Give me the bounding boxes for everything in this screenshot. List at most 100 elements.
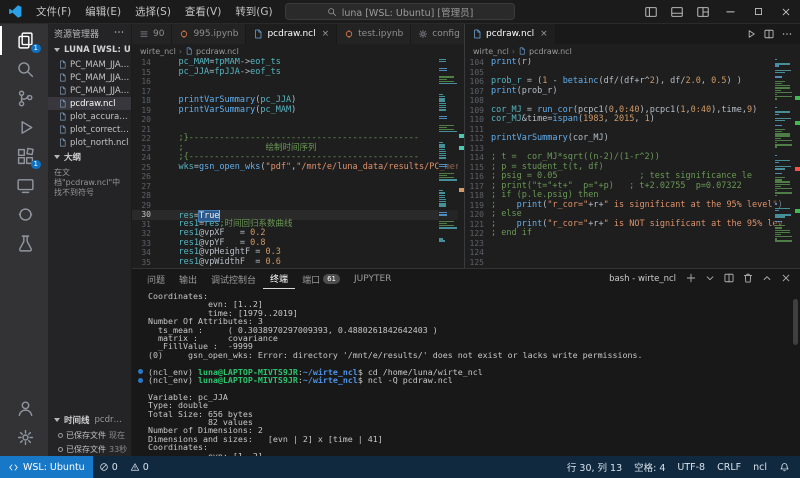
menu-item[interactable]: 文件(F)	[29, 4, 78, 19]
toggle-panel-button[interactable]	[664, 0, 690, 23]
explorer-file[interactable]: PC_MAM_JJA_scatter_..	[48, 58, 131, 71]
panel-tab-4[interactable]: 端口61	[295, 269, 347, 289]
code-line[interactable]: 104print(r)	[465, 58, 800, 68]
explorer-file[interactable]: PC_MAM_JJA_scatter_..	[48, 71, 131, 84]
menu-item[interactable]: 选择(S)	[128, 4, 178, 19]
explorer-file[interactable]: PC_MAM_JJA_scatter_..	[48, 84, 131, 97]
terminal-dropdown-button[interactable]	[704, 272, 716, 287]
timeline-entry[interactable]: 已保存文件现在	[48, 428, 131, 442]
activity-search[interactable]	[0, 55, 48, 84]
editor-tab-0[interactable]: pcdraw.ncl×	[465, 24, 556, 44]
close-icon[interactable]: ×	[322, 29, 330, 39]
minimap[interactable]	[774, 58, 794, 268]
panel-tab-2[interactable]: 调试控制台	[204, 269, 263, 289]
activity-source-control[interactable]	[0, 84, 48, 113]
code-line[interactable]: 122; end if	[465, 229, 800, 239]
minimap[interactable]	[438, 58, 458, 268]
timeline-entry[interactable]: 已保存文件33秒	[48, 442, 131, 456]
notifications-bell[interactable]	[773, 462, 796, 473]
editor-tab-1[interactable]: 995.ipynb	[172, 24, 246, 44]
more-actions-icon[interactable]	[113, 26, 125, 41]
explorer-file[interactable]: plot_north.ncl	[48, 136, 131, 149]
editor-tab-0[interactable]: 90	[132, 24, 172, 44]
editor-tab-3[interactable]: test.ipynb	[337, 24, 411, 44]
status-errors[interactable]: 0	[93, 462, 124, 473]
status-item[interactable]: UTF-8	[671, 462, 711, 473]
remote-indicator[interactable]: WSL: Ubuntu	[0, 456, 93, 478]
activity-extensions[interactable]: 1	[0, 142, 48, 171]
menu-item[interactable]: 查看(V)	[178, 4, 228, 19]
breadcrumb-item[interactable]: wirte_ncl	[473, 47, 509, 56]
code-line[interactable]: 35 res1@vpWidthF = 0.6	[132, 258, 464, 268]
command-decoration[interactable]	[138, 369, 143, 374]
explorer-file[interactable]: pcdraw.ncl	[48, 97, 131, 110]
activity-run-debug[interactable]	[0, 113, 48, 142]
code-line[interactable]: 110cor_MJ&time=ispan(1983, 2015, 1)	[465, 115, 800, 125]
terminal[interactable]: Coordinates: evn: [1..2] time: [1979..20…	[132, 289, 800, 456]
close-icon[interactable]: ×	[540, 29, 548, 39]
status-item[interactable]: ncl	[747, 462, 773, 473]
code-line[interactable]: 112printVarSummary(cor_MJ)	[465, 134, 800, 144]
split-terminal-button[interactable]	[723, 272, 735, 287]
breadcrumb-item[interactable]: pcdraw.ncl	[529, 47, 572, 56]
activity-jupyter[interactable]	[0, 200, 48, 229]
code-line[interactable]: 123	[465, 239, 800, 249]
maximize-button[interactable]	[744, 0, 772, 23]
maximize-panel-button[interactable]	[761, 272, 773, 287]
menu-item[interactable]: 编辑(E)	[78, 4, 128, 19]
close-button[interactable]	[772, 0, 800, 23]
editor-tab-4[interactable]: config	[411, 24, 464, 44]
command-decoration[interactable]	[138, 378, 143, 383]
editor-actions[interactable]	[738, 24, 800, 44]
breadcrumb-item[interactable]: pcdraw.ncl	[196, 47, 239, 56]
menu-item[interactable]: 转到(G)	[228, 4, 279, 19]
activity-test-flask[interactable]	[0, 229, 48, 258]
activity-account[interactable]	[0, 394, 48, 423]
activity-remote-explorer[interactable]	[0, 171, 48, 200]
code-line[interactable]: 28	[132, 191, 464, 201]
activity-settings-gear[interactable]	[0, 423, 48, 452]
code-line[interactable]: 16	[132, 77, 464, 87]
explorer-file[interactable]: plot_accurate_Beijing_..	[48, 110, 131, 123]
breadcrumb[interactable]: wirte_ncl›pcdraw.ncl	[132, 44, 464, 58]
explorer-file[interactable]: plot_correct_Chinama..	[48, 123, 131, 136]
minimize-button[interactable]	[716, 0, 744, 23]
breadcrumb-item[interactable]: wirte_ncl	[140, 47, 176, 56]
status-item[interactable]: 行 30, 列 13	[561, 460, 628, 474]
status-item[interactable]: CRLF	[711, 462, 747, 473]
code-line[interactable]: 26	[132, 172, 464, 182]
code-line[interactable]: 20	[132, 115, 464, 125]
code-line[interactable]: 25 wks=gsn_open_wks("pdf","/mnt/e/luna_d…	[132, 163, 464, 173]
panel-tab-1[interactable]: 输出	[172, 269, 204, 289]
code-editor[interactable]: 104print(r)105106prob_r = (1 - betainc(d…	[465, 58, 800, 268]
code-line[interactable]: 27	[132, 182, 464, 192]
code-line[interactable]: 19 printVarSummary(pc_MAM)	[132, 106, 464, 116]
workspace-section-header[interactable]: LUNA [WSL: UBUNTU]	[48, 42, 131, 58]
toggle-sidebar-button[interactable]	[638, 0, 664, 23]
panel-tab-3[interactable]: 终端	[263, 269, 295, 289]
status-item[interactable]: 空格: 4	[628, 460, 671, 474]
panel-tab-0[interactable]: 问题	[140, 269, 172, 289]
breadcrumb[interactable]: wirte_ncl›pcdraw.ncl	[465, 44, 800, 58]
code-line[interactable]: 125	[465, 258, 800, 268]
scrollbar-thumb[interactable]	[793, 299, 798, 345]
timeline-section-header[interactable]: 时间线 pcdraw.ncl	[48, 412, 131, 428]
customize-layout-button[interactable]	[690, 0, 716, 23]
kill-terminal-button[interactable]	[742, 272, 754, 287]
command-center[interactable]: luna [WSL: Ubuntu] [管理员]	[285, 3, 515, 20]
code-line[interactable]: 107print(prob_r)	[465, 87, 800, 97]
code-line[interactable]: 29	[132, 201, 464, 211]
code-editor[interactable]: 14 pc_MAM=fpMAM->eof_ts15 pc_JJA=fpJJA->…	[132, 58, 464, 268]
line-number: 34	[132, 248, 158, 258]
code-line[interactable]: 124	[465, 248, 800, 258]
new-terminal-button[interactable]	[685, 272, 697, 287]
editor-tab-2[interactable]: pcdraw.ncl×	[246, 24, 337, 44]
activity-explorer[interactable]: 1	[0, 26, 48, 55]
close-panel-button[interactable]	[780, 272, 792, 287]
code-line[interactable]: 15 pc_JJA=fpJJA->eof_ts	[132, 68, 464, 78]
outline-section-header[interactable]: 大纲	[48, 149, 131, 165]
terminal-name[interactable]: bash - wirte_ncl	[609, 274, 676, 284]
panel-tab-5[interactable]: JUPYTER	[347, 269, 398, 289]
overview-ruler[interactable]	[794, 58, 800, 268]
status-warnings[interactable]: 0	[124, 462, 155, 473]
